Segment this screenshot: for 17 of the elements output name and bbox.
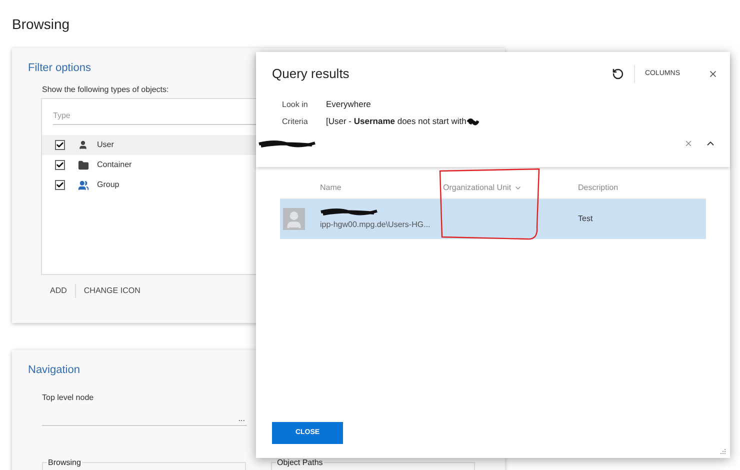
- section-title: Navigation: [28, 363, 80, 376]
- field-value: [User - Username does not start with: [326, 115, 466, 128]
- type-label: Container: [97, 159, 132, 171]
- field-value: Everywhere: [326, 98, 371, 111]
- section-label: Show the following types of objects:: [42, 84, 170, 94]
- page-title: Browsing: [12, 15, 71, 34]
- description-cell: Test: [578, 213, 593, 225]
- object-path: ipp-hgw00.mpg.de\Users-HG...: [320, 219, 432, 231]
- type-label: User: [97, 139, 114, 151]
- field-label: Top level node: [42, 392, 95, 402]
- field-label: Look in: [282, 98, 309, 110]
- field-label: Criteria: [282, 116, 309, 128]
- section-title: Filter options: [28, 61, 91, 74]
- dialog-title: Query results: [272, 65, 350, 84]
- group-title: Browsing: [47, 457, 82, 469]
- type-label: Group: [97, 179, 120, 191]
- group-title: Object Paths: [276, 457, 324, 469]
